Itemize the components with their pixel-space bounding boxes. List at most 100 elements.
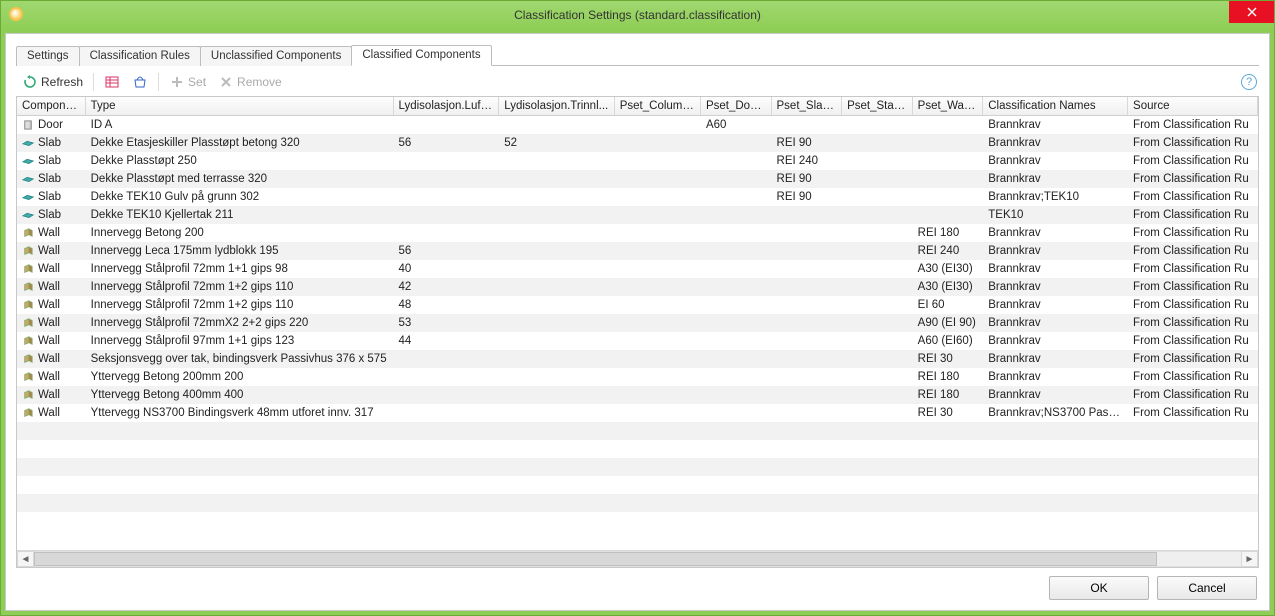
cell: Brannkrav bbox=[983, 154, 1128, 168]
tab-classification-rules[interactable]: Classification Rules bbox=[79, 46, 201, 66]
cell: Wall bbox=[17, 370, 86, 384]
cell: Brannkrav bbox=[983, 280, 1128, 294]
scroll-left-arrow[interactable]: ◄ bbox=[17, 551, 34, 567]
cell: From Classification Ru bbox=[1128, 316, 1258, 330]
table-row[interactable]: SlabDekke TEK10 Kjellertak 211TEK10From … bbox=[17, 206, 1258, 224]
empty-row bbox=[17, 476, 1258, 494]
cell bbox=[615, 196, 701, 198]
cell: Wall bbox=[17, 352, 86, 366]
cell: Yttervegg Betong 200mm 200 bbox=[86, 370, 394, 384]
cell: Innervegg Betong 200 bbox=[86, 226, 394, 240]
column-header[interactable]: Pset_Slab... bbox=[772, 97, 843, 115]
refresh-button[interactable]: Refresh bbox=[18, 72, 87, 92]
table-row[interactable]: WallInnervegg Leca 175mm lydblokk 19556R… bbox=[17, 242, 1258, 260]
table-row[interactable]: DoorID AA60BrannkravFrom Classification … bbox=[17, 116, 1258, 134]
cell bbox=[772, 412, 843, 414]
dialog-footer: OK Cancel bbox=[16, 568, 1259, 602]
table-row[interactable]: SlabDekke Plasstøpt med terrasse 320REI … bbox=[17, 170, 1258, 188]
remove-label: Remove bbox=[237, 75, 282, 89]
column-header[interactable]: Type bbox=[86, 97, 394, 115]
tab-classified-components[interactable]: Classified Components bbox=[351, 45, 491, 66]
table-row[interactable]: WallYttervegg Betong 400mm 400REI 180Bra… bbox=[17, 386, 1258, 404]
remove-button[interactable]: Remove bbox=[214, 72, 286, 92]
cell: Innervegg Stålprofil 97mm 1+1 gips 123 bbox=[86, 334, 394, 348]
cell bbox=[499, 340, 615, 342]
cell bbox=[842, 412, 913, 414]
column-header[interactable]: Pset_Column... bbox=[615, 97, 701, 115]
close-button[interactable] bbox=[1229, 1, 1274, 23]
cell bbox=[615, 250, 701, 252]
scroll-track[interactable] bbox=[34, 551, 1241, 567]
table-row[interactable]: SlabDekke Plasstøpt 250REI 240BrannkravF… bbox=[17, 152, 1258, 170]
table-row[interactable]: WallInnervegg Stålprofil 72mm 1+2 gips 1… bbox=[17, 278, 1258, 296]
column-header[interactable]: Lydisolasjon.Trinnl... bbox=[499, 97, 615, 115]
set-button[interactable]: Set bbox=[165, 72, 210, 92]
cell: Brannkrav bbox=[983, 262, 1128, 276]
cell: 53 bbox=[394, 316, 500, 330]
cell: From Classification Ru bbox=[1128, 406, 1258, 420]
cell: From Classification Ru bbox=[1128, 136, 1258, 150]
cell bbox=[615, 286, 701, 288]
column-header[interactable]: Lydisolasjon.Luftl... bbox=[394, 97, 500, 115]
table-row[interactable]: WallInnervegg Betong 200REI 180Brannkrav… bbox=[17, 224, 1258, 242]
cell: Brannkrav;TEK10 bbox=[983, 190, 1128, 204]
scroll-right-arrow[interactable]: ► bbox=[1241, 551, 1258, 567]
table-row[interactable]: WallSeksjonsvegg over tak, bindingsverk … bbox=[17, 350, 1258, 368]
column-header[interactable]: Pset_Wall... bbox=[913, 97, 984, 115]
cell: Brannkrav bbox=[983, 172, 1128, 186]
cell bbox=[842, 376, 913, 378]
cell bbox=[701, 196, 772, 198]
cell bbox=[913, 142, 984, 144]
cell: A60 bbox=[701, 118, 772, 132]
column-header[interactable]: Pset_Stair... bbox=[842, 97, 913, 115]
cell: A90 (EI 90) bbox=[913, 316, 984, 330]
table-row[interactable]: WallYttervegg Betong 200mm 200REI 180Bra… bbox=[17, 368, 1258, 386]
export-button-2[interactable] bbox=[128, 72, 152, 92]
cell bbox=[772, 340, 843, 342]
table-row[interactable]: WallYttervegg NS3700 Bindingsverk 48mm u… bbox=[17, 404, 1258, 422]
cancel-button[interactable]: Cancel bbox=[1157, 576, 1257, 600]
table-row[interactable]: WallInnervegg Stålprofil 72mm 1+2 gips 1… bbox=[17, 296, 1258, 314]
column-header[interactable]: Classification Names bbox=[983, 97, 1128, 115]
scroll-thumb[interactable] bbox=[34, 552, 1157, 566]
cell: Brannkrav bbox=[983, 136, 1128, 150]
help-button[interactable]: ? bbox=[1241, 74, 1257, 90]
column-header[interactable]: Component bbox=[17, 97, 86, 115]
cell bbox=[701, 394, 772, 396]
export-button-1[interactable] bbox=[100, 72, 124, 92]
cell: From Classification Ru bbox=[1128, 262, 1258, 276]
table-row[interactable]: WallInnervegg Stålprofil 72mm 1+1 gips 9… bbox=[17, 260, 1258, 278]
cell bbox=[772, 322, 843, 324]
cell bbox=[701, 268, 772, 270]
cell bbox=[615, 358, 701, 360]
column-header[interactable]: Pset_Door... bbox=[701, 97, 772, 115]
cell: 42 bbox=[394, 280, 500, 294]
cell: Wall bbox=[17, 334, 86, 348]
cell bbox=[842, 340, 913, 342]
horizontal-scrollbar[interactable]: ◄ ► bbox=[17, 550, 1258, 567]
tab-settings[interactable]: Settings bbox=[16, 46, 80, 66]
cell: Brannkrav bbox=[983, 388, 1128, 402]
cell: Brannkrav bbox=[983, 118, 1128, 132]
tab-unclassified-components[interactable]: Unclassified Components bbox=[200, 46, 352, 66]
cell bbox=[772, 268, 843, 270]
column-header[interactable]: Source bbox=[1128, 97, 1258, 115]
cell bbox=[701, 358, 772, 360]
table-row[interactable]: SlabDekke TEK10 Gulv på grunn 302REI 90B… bbox=[17, 188, 1258, 206]
cell bbox=[913, 124, 984, 126]
cell bbox=[772, 214, 843, 216]
cell: From Classification Ru bbox=[1128, 298, 1258, 312]
grid-body[interactable]: DoorID AA60BrannkravFrom Classification … bbox=[17, 116, 1258, 550]
cell: REI 90 bbox=[772, 172, 843, 186]
table-row[interactable]: WallInnervegg Stålprofil 97mm 1+1 gips 1… bbox=[17, 332, 1258, 350]
cell: Brannkrav;NS3700 Passivhus bbox=[983, 406, 1128, 420]
cell: Innervegg Stålprofil 72mmX2 2+2 gips 220 bbox=[86, 316, 394, 330]
ok-button[interactable]: OK bbox=[1049, 576, 1149, 600]
client-area: SettingsClassification RulesUnclassified… bbox=[5, 33, 1270, 611]
cell bbox=[772, 286, 843, 288]
cell bbox=[499, 322, 615, 324]
cell bbox=[499, 178, 615, 180]
cell bbox=[772, 376, 843, 378]
table-row[interactable]: SlabDekke Etasjeskiller Plasstøpt betong… bbox=[17, 134, 1258, 152]
table-row[interactable]: WallInnervegg Stålprofil 72mmX2 2+2 gips… bbox=[17, 314, 1258, 332]
